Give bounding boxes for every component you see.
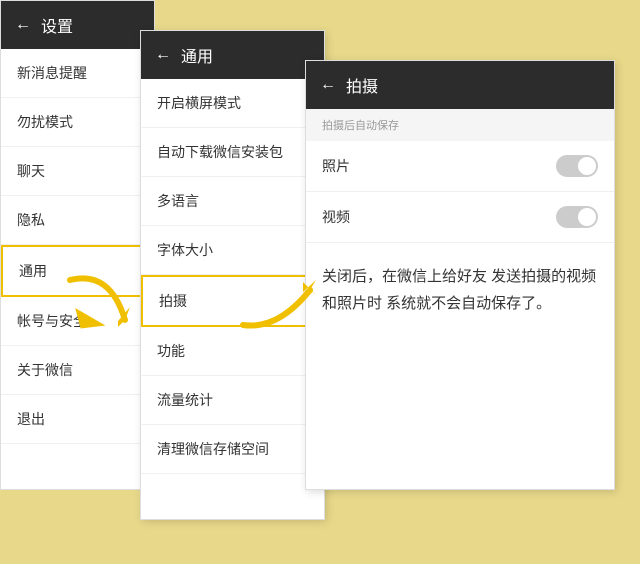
- general-back-button[interactable]: ←: [155, 46, 171, 64]
- camera-section-title: 拍摄后自动保存: [306, 109, 614, 141]
- settings-item-about[interactable]: 关于微信: [1, 346, 154, 395]
- general-item-language[interactable]: 多语言: [141, 177, 324, 226]
- general-menu: 开启横屏模式 自动下载微信安装包 多语言 字体大小 拍摄 功能 流量统计 清理微…: [141, 79, 324, 474]
- settings-item-notifications[interactable]: 新消息提醒: [1, 49, 154, 98]
- settings-header: ← 设置: [1, 1, 154, 49]
- settings-back-button[interactable]: ←: [15, 16, 31, 34]
- settings-panel: ← 设置 新消息提醒 勿扰模式 聊天 隐私 通用 帐号与安全 关于微信 退出: [0, 0, 155, 490]
- settings-item-logout[interactable]: 退出: [1, 395, 154, 444]
- settings-title: 设置: [41, 13, 73, 37]
- settings-item-general[interactable]: 通用: [1, 245, 154, 297]
- general-panel: ← 通用 开启横屏模式 自动下载微信安装包 多语言 字体大小 拍摄 功能 流量统…: [140, 30, 325, 520]
- settings-item-chat[interactable]: 聊天: [1, 147, 154, 196]
- general-title: 通用: [181, 43, 213, 67]
- camera-video-toggle[interactable]: [556, 206, 598, 228]
- general-item-landscape[interactable]: 开启横屏模式: [141, 79, 324, 128]
- general-header: ← 通用: [141, 31, 324, 79]
- settings-item-dnd[interactable]: 勿扰模式: [1, 98, 154, 147]
- camera-video-label: 视频: [322, 207, 350, 227]
- camera-title: 拍摄: [346, 73, 378, 97]
- general-item-function[interactable]: 功能: [141, 327, 324, 376]
- camera-video-row: 视频: [306, 192, 614, 243]
- camera-photo-row: 照片: [306, 141, 614, 192]
- settings-item-account[interactable]: 帐号与安全: [1, 297, 154, 346]
- general-item-traffic[interactable]: 流量统计: [141, 376, 324, 425]
- general-item-camera[interactable]: 拍摄: [141, 275, 324, 327]
- settings-menu: 新消息提醒 勿扰模式 聊天 隐私 通用 帐号与安全 关于微信 退出: [1, 49, 154, 444]
- settings-item-privacy[interactable]: 隐私: [1, 196, 154, 245]
- general-item-download[interactable]: 自动下载微信安装包: [141, 128, 324, 177]
- camera-photo-toggle[interactable]: [556, 155, 598, 177]
- camera-header: ← 拍摄: [306, 61, 614, 109]
- camera-panel: ← 拍摄 拍摄后自动保存 照片 视频 关闭后，在微信上给好友 发送拍摄的视频和照…: [305, 60, 615, 490]
- camera-photo-label: 照片: [322, 156, 350, 176]
- general-item-fontsize[interactable]: 字体大小: [141, 226, 324, 275]
- camera-description: 关闭后，在微信上给好友 发送拍摄的视频和照片时 系统就不会自动保存了。: [306, 243, 614, 337]
- camera-back-button[interactable]: ←: [320, 76, 336, 94]
- general-item-storage[interactable]: 清理微信存储空间: [141, 425, 324, 474]
